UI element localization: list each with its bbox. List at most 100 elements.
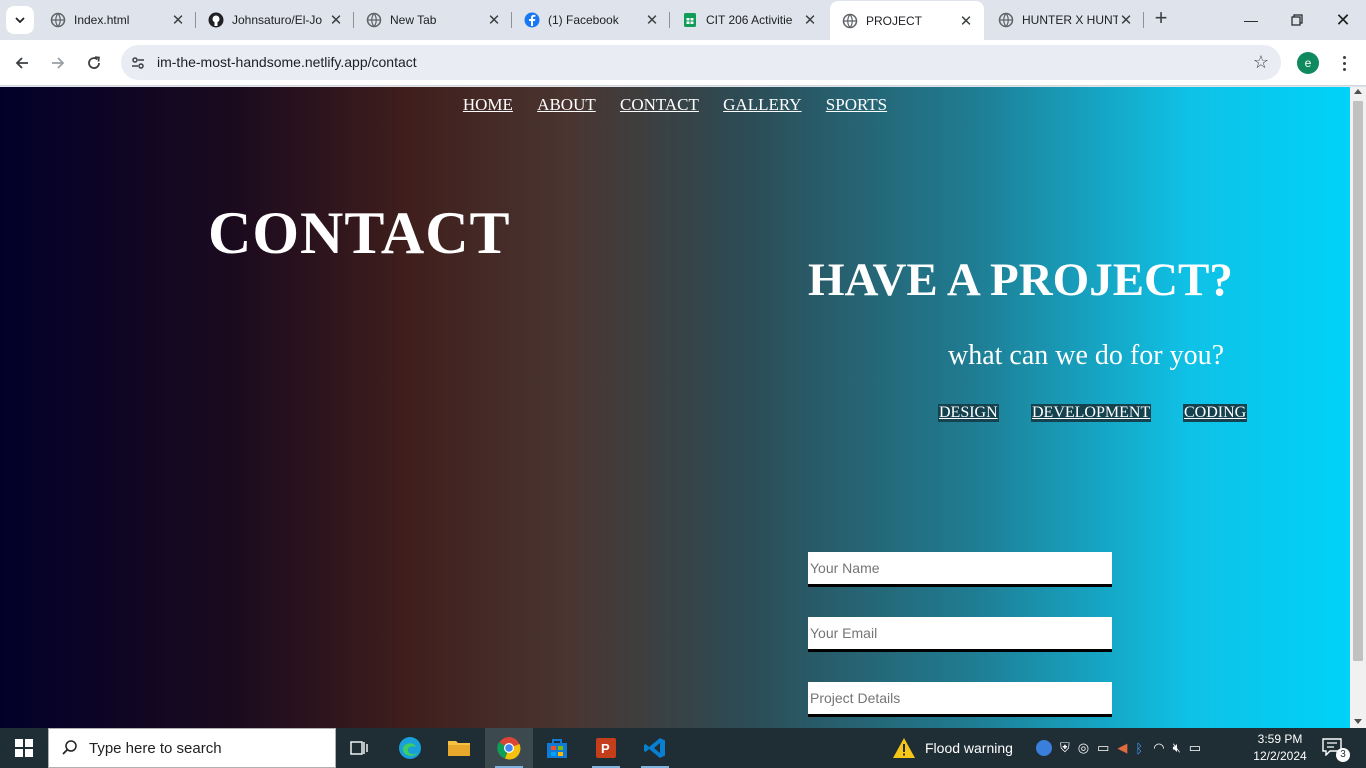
close-icon[interactable]: ✕ [802,12,818,29]
tab-github[interactable]: Johnsaturo/El-Jo ✕ [196,0,354,40]
tab-new-tab[interactable]: New Tab ✕ [354,0,512,40]
nav-link-sports[interactable]: SPORTS [826,95,887,114]
svg-text:P: P [601,741,610,756]
project-subheading: what can we do for you? [948,340,1225,371]
back-button[interactable] [8,49,36,77]
system-tray: ⛨ ◎ ▭ ◀ ᛒ ◠ 🔇︎ ▭ [1036,728,1201,768]
vscode-taskbar-button[interactable] [631,728,679,768]
tray-app-icon[interactable] [1036,740,1052,756]
arrow-right-icon [52,57,65,69]
camera-icon[interactable]: ◎ [1078,740,1089,756]
site-info-icon[interactable] [128,53,148,73]
reload-icon [88,56,100,69]
tab-index[interactable]: Index.html ✕ [38,0,196,40]
nav-link-contact[interactable]: CONTACT [620,95,699,114]
file-explorer-taskbar-button[interactable] [435,728,483,768]
close-icon[interactable]: ✕ [644,12,660,29]
address-bar[interactable]: im-the-most-handsome.netlify.app/contact… [121,45,1281,80]
taskbar-clock[interactable]: 3:59 PM 12/2/2024 [1250,731,1310,765]
tab-title: CIT 206 Activitie [706,13,793,27]
globe-icon [366,12,382,28]
close-icon: ✕ [1335,9,1351,30]
wifi-icon[interactable]: ◠ [1153,740,1164,756]
warning-icon [893,738,915,758]
clock-date: 12/2/2024 [1253,749,1307,763]
windows-taskbar: Type here to search P Flood warning ⛨ ◎ … [0,728,1366,768]
service-design: DESIGN [938,404,999,422]
service-coding: CODING [1183,404,1248,422]
task-view-button[interactable] [336,728,384,768]
windows-logo-icon [15,739,33,757]
store-icon [547,739,567,758]
nav-link-home[interactable]: HOME [463,95,513,114]
new-tab-button[interactable]: + [1150,5,1172,30]
tab-sheets[interactable]: CIT 206 Activitie ✕ [670,0,828,40]
edge-taskbar-button[interactable] [386,728,434,768]
project-details-field[interactable] [808,682,1112,717]
sheets-icon [682,12,698,28]
nav-link-gallery[interactable]: GALLERY [723,95,801,114]
url-text: im-the-most-handsome.netlify.app/contact [157,54,417,70]
minimize-icon: — [1244,12,1258,28]
minimize-button[interactable]: — [1228,0,1274,40]
weather-widget[interactable]: Flood warning [892,728,1013,768]
profile-avatar[interactable]: e [1297,52,1319,74]
search-icon [62,740,77,755]
globe-icon [842,13,858,29]
github-icon [208,12,224,28]
tab-search-button[interactable] [6,6,34,34]
battery-icon[interactable]: ▭ [1189,740,1201,756]
folder-icon [448,741,470,756]
browser-menu-icon[interactable] [1334,50,1354,76]
page-scrollbar[interactable] [1350,87,1366,728]
tab-hunter[interactable]: HUNTER X HUNT ✕ [986,0,1144,40]
speaker-icon[interactable]: ◀ [1117,740,1127,756]
tab-title: Index.html [74,13,130,27]
bluetooth-icon[interactable]: ᛒ [1135,741,1143,756]
scroll-up-arrow-icon[interactable] [1354,89,1362,94]
page-viewport: HOME ABOUT CONTACT GALLERY SPORTS CONTAC… [0,87,1350,728]
reload-button[interactable] [80,49,108,77]
start-button[interactable] [0,728,48,768]
display-icon[interactable]: ▭ [1097,740,1109,756]
tab-facebook[interactable]: (1) Facebook ✕ [512,0,670,40]
tab-strip: Index.html ✕ Johnsaturo/El-Jo ✕ New Tab … [0,0,1366,40]
contact-heading: CONTACT [208,200,511,266]
edge-icon [399,737,421,759]
forward-button[interactable] [44,49,72,77]
scroll-thumb[interactable] [1353,101,1363,661]
plus-icon: + [1154,5,1168,30]
scroll-down-arrow-icon[interactable] [1354,719,1362,724]
notification-count: 3 [1336,748,1350,762]
tab-title: (1) Facebook [548,13,619,27]
facebook-icon [524,12,540,28]
tab-project[interactable]: PROJECT ✕ [830,1,984,40]
mute-icon[interactable]: 🔇︎ [1173,740,1181,756]
close-icon[interactable]: ✕ [958,13,974,30]
close-icon[interactable]: ✕ [486,12,502,29]
taskbar-search-box[interactable]: Type here to search [48,728,336,768]
name-field[interactable] [808,552,1112,587]
powerpoint-taskbar-button[interactable]: P [582,728,630,768]
close-icon[interactable]: ✕ [328,12,344,29]
restore-button[interactable] [1274,0,1320,40]
service-development: DEVELOPMENT [1031,404,1152,422]
nav-link-about[interactable]: ABOUT [537,95,596,114]
bookmark-star-icon[interactable]: ☆ [1253,52,1269,73]
globe-icon [50,12,66,28]
site-navigation: HOME ABOUT CONTACT GALLERY SPORTS [0,95,1350,115]
chevron-down-icon [15,17,25,24]
store-taskbar-button[interactable] [533,728,581,768]
weather-text: Flood warning [925,740,1013,756]
notification-center-button[interactable]: 3 [1322,738,1350,762]
tab-separator [1143,12,1144,28]
shield-icon[interactable]: ⛨ [1060,740,1070,756]
close-window-button[interactable]: ✕ [1320,0,1366,40]
chrome-taskbar-button[interactable] [485,728,533,768]
taskbar-search-placeholder: Type here to search [89,739,222,757]
close-icon[interactable]: ✕ [170,12,186,29]
browser-toolbar: im-the-most-handsome.netlify.app/contact… [0,40,1366,86]
close-icon[interactable]: ✕ [1118,12,1134,29]
clock-time: 3:59 PM [1257,732,1303,746]
email-field[interactable] [808,617,1112,652]
